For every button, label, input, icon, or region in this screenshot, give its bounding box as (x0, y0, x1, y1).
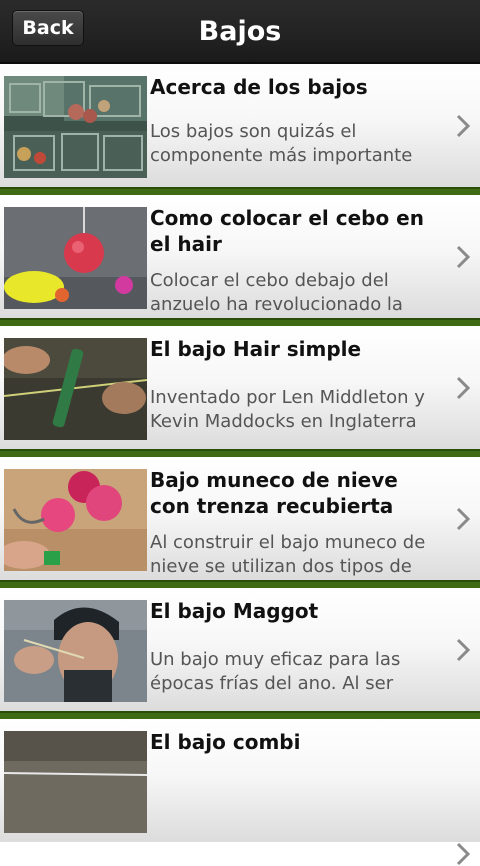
row-divider (0, 449, 480, 457)
carp-tackle-box-image (4, 76, 147, 178)
back-button[interactable]: Back (12, 10, 84, 46)
chevron-right-icon (456, 842, 470, 866)
item-title: El bajo combi (150, 730, 301, 754)
list-item[interactable]: El bajo Maggot Un bajo muy eficaz para l… (0, 588, 480, 711)
item-description: Los bajos son quizás el componente más i… (150, 121, 413, 166)
navigation-bar: Bajos Back (0, 0, 480, 64)
row-divider (0, 318, 480, 326)
item-title: El bajo Hair simple (150, 337, 362, 361)
row-divider (0, 187, 480, 195)
chevron-right-icon (456, 114, 470, 137)
list-item[interactable]: El bajo Hair simple Inventado por Len Mi… (0, 326, 480, 449)
item-description: Inventado por Len Middleton y Kevin Madd… (150, 387, 425, 432)
item-title: El bajo Maggot (150, 599, 319, 623)
chevron-right-icon (456, 245, 470, 268)
item-description: Al construir el bajo muneco de nieve se … (150, 532, 426, 577)
chevron-right-icon (456, 638, 470, 661)
combi-rig-image (4, 731, 147, 833)
chevron-right-icon (456, 376, 470, 399)
rig-list: Acerca de los bajos Los bajos son quizás… (0, 64, 480, 866)
list-item[interactable]: El bajo combi (0, 719, 480, 866)
list-item[interactable]: Acerca de los bajos Los bajos son quizás… (0, 64, 480, 187)
list-item[interactable]: Bajo muneco de nieve con trenza recubier… (0, 457, 480, 580)
item-description: Un bajo muy eficaz para las épocas frías… (150, 649, 401, 694)
snowman-rig-image (4, 469, 147, 571)
row-divider (0, 711, 480, 719)
boilie-bait-image (4, 207, 147, 309)
chevron-right-icon (456, 507, 470, 530)
item-description: Colocar el cebo debajo del anzuelo ha re… (150, 270, 403, 315)
list-item[interactable]: Como colocar el cebo en el hair Colocar … (0, 195, 480, 318)
row-divider (0, 580, 480, 588)
baiting-needle-image (4, 338, 147, 440)
angler-maggot-image (4, 600, 147, 702)
item-title: Bajo muneco de nieve con trenza recubier… (150, 468, 398, 518)
item-title: Como colocar el cebo en el hair (150, 206, 424, 256)
item-title: Acerca de los bajos (150, 75, 368, 99)
